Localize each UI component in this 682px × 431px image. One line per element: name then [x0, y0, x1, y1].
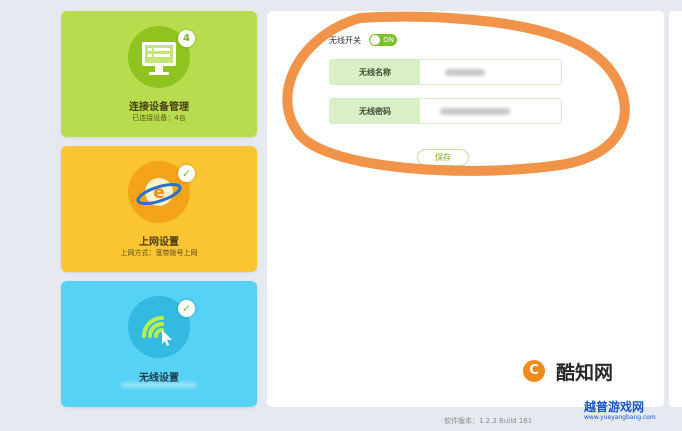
- toggle-knob: [370, 35, 380, 45]
- watermark-primary: 酷知网: [556, 362, 614, 384]
- blurred-ssid: [445, 69, 485, 76]
- blurred-subtitle: [121, 382, 197, 388]
- blurred-password: [440, 108, 510, 115]
- watermark-secondary: 越普游戏网: [584, 400, 645, 414]
- password-label: 无线密码: [330, 99, 420, 123]
- toggle-state: ON: [383, 36, 394, 44]
- card-subtitle-devices: 已连接设备：4台: [132, 114, 186, 122]
- card-internet-settings[interactable]: e ✓ 上网设置 上网方式：宽带拨号上网: [61, 146, 257, 272]
- card-wireless-settings[interactable]: ✓ 无线设置: [61, 281, 257, 407]
- wireless-toggle[interactable]: ON: [369, 34, 397, 46]
- ssid-label: 无线名称: [330, 60, 420, 84]
- card-subtitle-internet: 上网方式：宽带拨号上网: [120, 249, 198, 257]
- wireless-settings-panel: 无线开关 ON 无线名称 无线密码 保存: [267, 11, 664, 407]
- wireless-toggle-label: 无线开关: [329, 36, 361, 45]
- password-field: 无线密码: [329, 98, 562, 124]
- save-button[interactable]: 保存: [417, 149, 469, 166]
- watermark-url: www.yueyangbang.com: [584, 414, 656, 421]
- card-title-devices: 连接设备管理: [129, 102, 189, 113]
- watermark-logo-icon: C: [523, 360, 545, 382]
- ssid-field: 无线名称: [329, 59, 562, 85]
- right-panel-edge: [669, 11, 682, 407]
- check-icon: ✓: [178, 165, 195, 182]
- firmware-version: 软件版本：1.2.3 Build 161: [444, 417, 533, 425]
- device-count-badge: 4: [178, 30, 195, 47]
- card-connected-devices[interactable]: 4 连接设备管理 已连接设备：4台: [61, 11, 257, 137]
- check-icon: ✓: [178, 300, 195, 317]
- card-title-internet: 上网设置: [139, 237, 179, 248]
